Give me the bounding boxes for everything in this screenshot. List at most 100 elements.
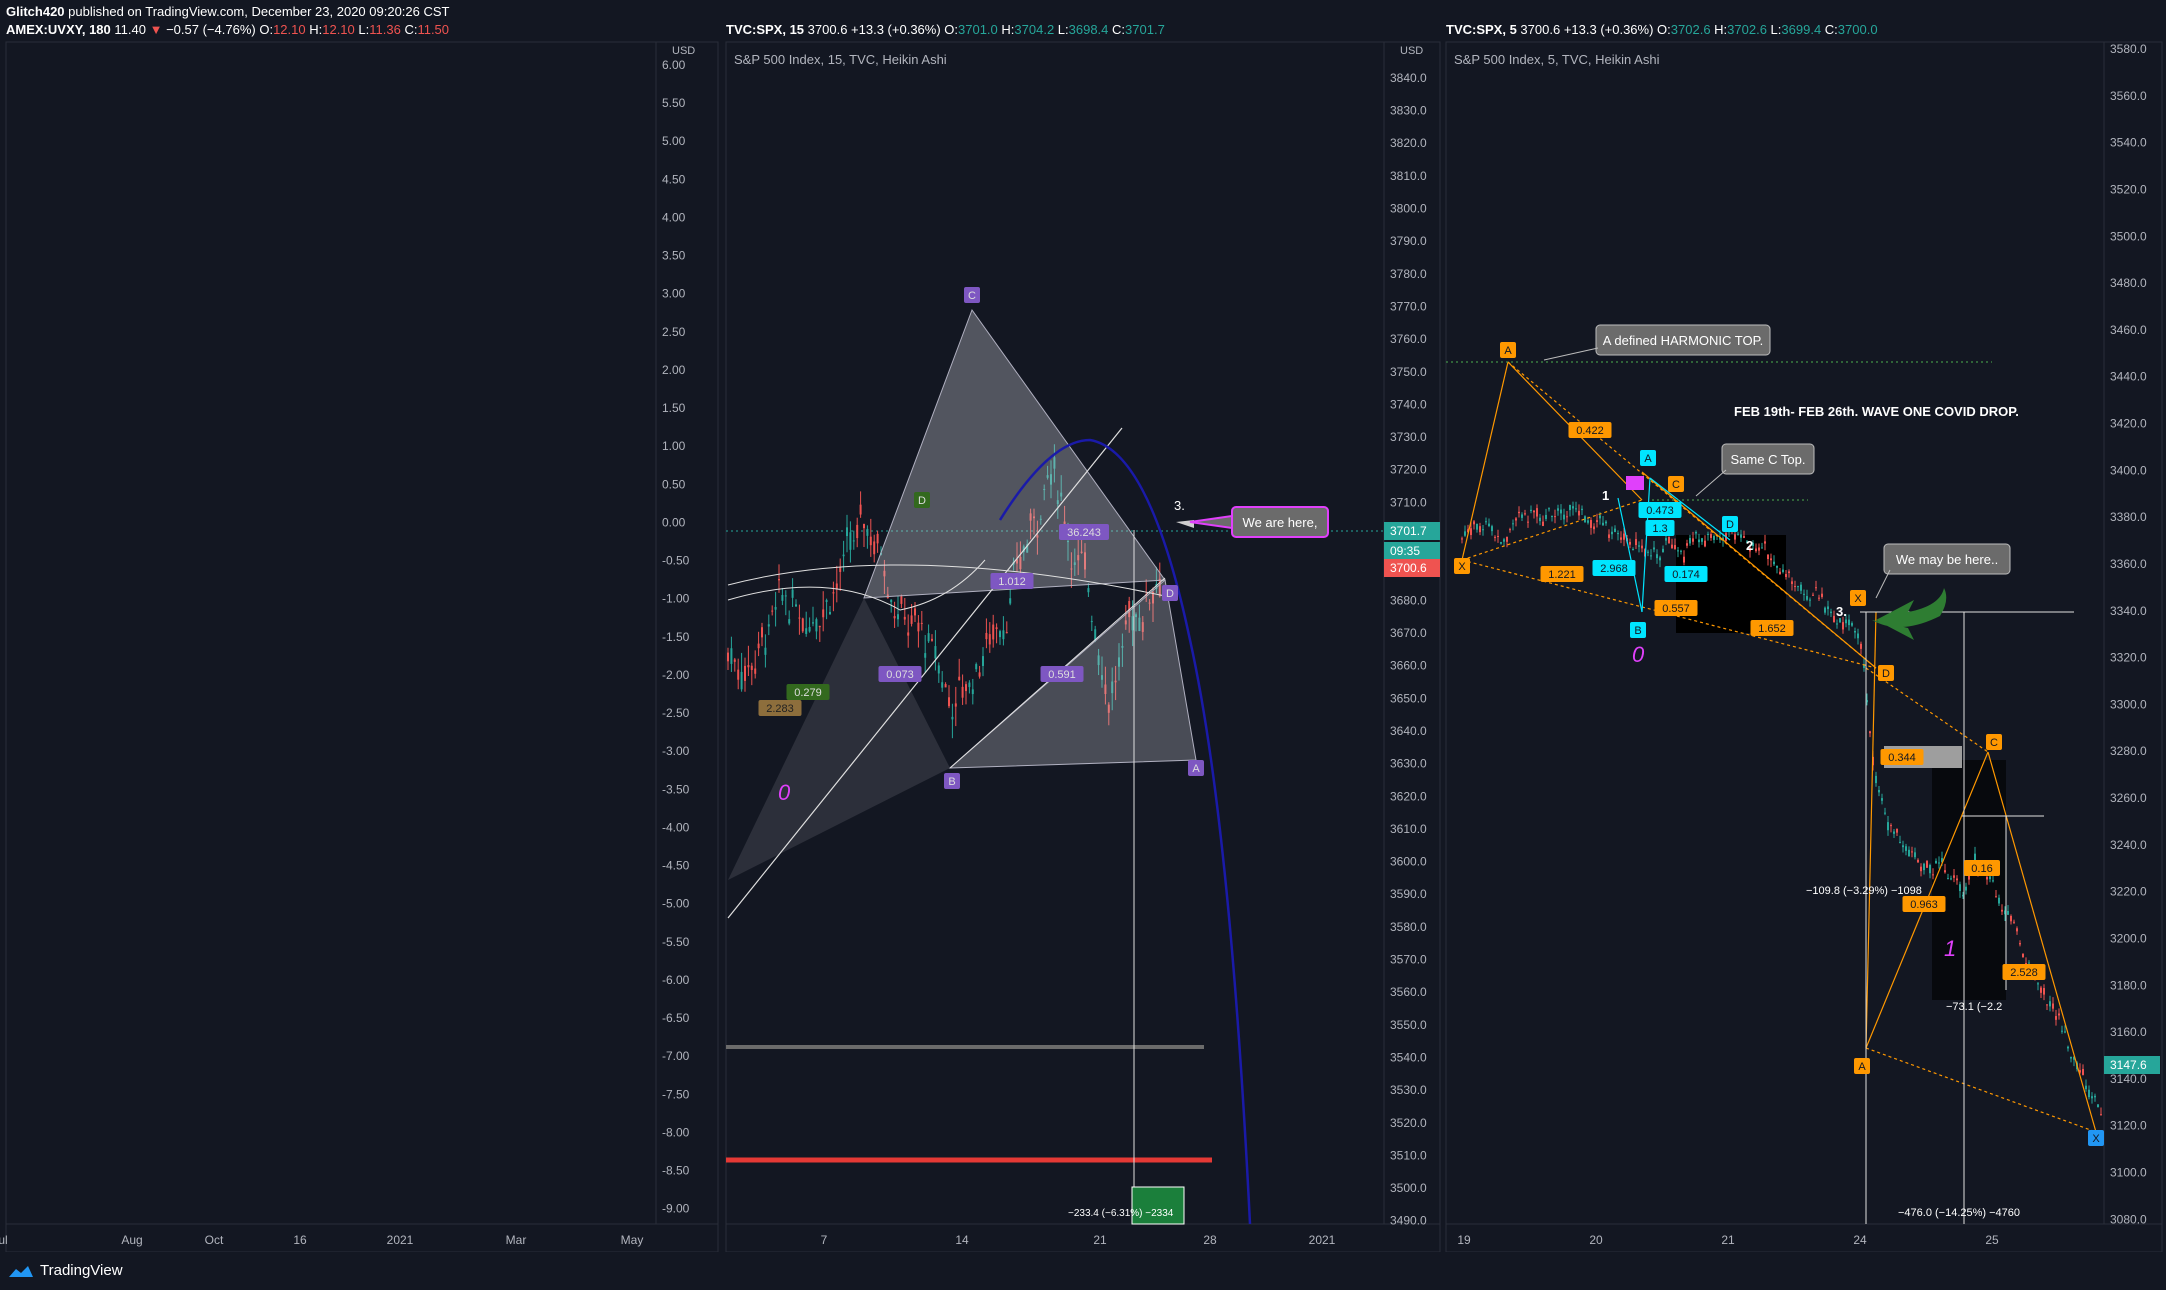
y-tick-label: -2.00	[662, 668, 690, 682]
candle-body	[1638, 545, 1640, 547]
y-tick-label: 3840.0	[1390, 71, 1427, 85]
y-tick-label: 3340.0	[2110, 604, 2147, 618]
panel-2-frame	[725, 41, 1441, 1252]
pattern-point: C	[1986, 734, 2002, 750]
y-tick-label: 3780.0	[1390, 267, 1427, 281]
annotation-number: 2	[1746, 538, 1753, 553]
candle-body	[1614, 528, 1616, 532]
y-tick-label: 3810.0	[1390, 169, 1427, 183]
candle-body	[757, 643, 760, 649]
candle-body	[1995, 896, 1997, 898]
candle-body	[818, 625, 821, 628]
y-tick-label: 3710.0	[1390, 495, 1427, 509]
candle-body	[2019, 943, 2021, 945]
y-tick-label: 3.50	[662, 249, 686, 263]
pattern-line	[1461, 361, 1509, 561]
marker-box	[1626, 476, 1644, 490]
annotation-number: 1	[1602, 488, 1609, 503]
candle-body	[1917, 859, 1919, 863]
ratio-label: 0.279	[786, 684, 830, 700]
candle-body	[1779, 571, 1781, 575]
x-tick-label: 28	[1203, 1233, 1217, 1247]
brand-label: TradingView	[40, 1262, 123, 1279]
candle-body	[1809, 599, 1811, 601]
pattern-label-text: D	[1882, 668, 1890, 680]
x-tick-label: 14	[955, 1233, 969, 1247]
candle-body	[893, 616, 896, 619]
y-tick-label: 3520.0	[1390, 1116, 1427, 1130]
candle-body	[1656, 554, 1658, 559]
pattern-point-d: D	[1162, 585, 1178, 601]
candle-body	[2016, 928, 2018, 932]
ratio-label: 0.591	[1040, 666, 1084, 682]
y-tick-label: 1.00	[662, 439, 686, 453]
candle-body	[982, 656, 984, 666]
candle-body	[992, 624, 995, 640]
candle-body	[1914, 852, 1916, 858]
candle-body	[1551, 516, 1553, 518]
pattern-label-text: 0.963	[1910, 899, 1938, 911]
candle-body	[1500, 542, 1502, 544]
annotation-number: 3.	[1836, 604, 1847, 619]
candle-body	[730, 648, 733, 664]
y-tick-label: 4.00	[662, 210, 686, 224]
tradingview-brand[interactable]: TradingView	[8, 1262, 123, 1279]
candle-body	[737, 669, 740, 680]
ratio-label: 2.968	[1592, 560, 1636, 576]
pattern-label-text: B	[948, 776, 955, 788]
candle-body	[2058, 1013, 2060, 1016]
pattern-label-text: 2.968	[1600, 563, 1628, 575]
candle-body	[1830, 611, 1832, 614]
y-tick-label: 3800.0	[1390, 202, 1427, 216]
candle-body	[2064, 1031, 2066, 1033]
candle-body	[1587, 520, 1589, 523]
candle-body	[897, 614, 899, 620]
candle-body	[975, 664, 978, 670]
y-tick-label: 3580.0	[1390, 920, 1427, 934]
candle-body	[1554, 516, 1556, 518]
candle-body	[812, 622, 814, 624]
y-tick-label: 3500.0	[2110, 229, 2147, 243]
candle-body	[1707, 533, 1709, 535]
candle-body	[1926, 861, 1928, 868]
x-tick-label: 7	[821, 1233, 828, 1247]
candle-body	[2001, 909, 2003, 912]
candle-body	[1881, 798, 1883, 801]
y-tick-label: 3520.0	[2110, 182, 2147, 196]
pattern-point: C	[1668, 476, 1684, 492]
candle-body	[1875, 775, 1877, 784]
candle-body	[1464, 531, 1466, 536]
annotation-text: FEB 19th- FEB 26th. WAVE ONE COVID DROP.	[1734, 404, 2019, 419]
y-tick-label: 3600.0	[1390, 855, 1427, 869]
pattern-triangle	[863, 308, 1166, 599]
candle-body	[832, 592, 835, 594]
candle-body	[890, 599, 893, 603]
candle-body	[727, 652, 729, 662]
candle-body	[744, 665, 746, 681]
y-tick-label: 3080.0	[2110, 1212, 2147, 1226]
y-tick-label: 3640.0	[1390, 724, 1427, 738]
candle-body	[1755, 548, 1757, 552]
pattern-point: X	[1850, 590, 1866, 606]
candle-body	[1005, 632, 1008, 634]
candle-body	[1854, 631, 1856, 633]
candle-body	[1497, 535, 1499, 537]
candle-body	[1758, 547, 1760, 551]
y-tick-label: 3490.0	[1390, 1214, 1427, 1228]
candle-body	[1836, 623, 1838, 625]
candle-body	[1776, 565, 1778, 568]
pattern-label-text: 1.012	[998, 576, 1026, 588]
candle-body	[1791, 581, 1793, 584]
candle-body	[1923, 863, 1925, 871]
candle-body	[1602, 522, 1604, 526]
pattern-label-text: C	[968, 290, 976, 302]
candle-body	[1647, 551, 1649, 553]
candle-body	[954, 703, 957, 707]
candle-body	[1935, 860, 1937, 864]
candle-body	[2010, 915, 2012, 922]
x-tick-label: 24	[1853, 1233, 1867, 1247]
chart-canvas[interactable]: 6.005.505.004.504.003.503.002.502.001.50…	[0, 0, 2166, 1252]
candle-body	[1473, 521, 1475, 525]
measure-label: −233.4 (−6.31%) −2334	[1068, 1208, 1174, 1219]
chart-subtitle: S&P 500 Index, 15, TVC, Heikin Ashi	[734, 52, 947, 67]
